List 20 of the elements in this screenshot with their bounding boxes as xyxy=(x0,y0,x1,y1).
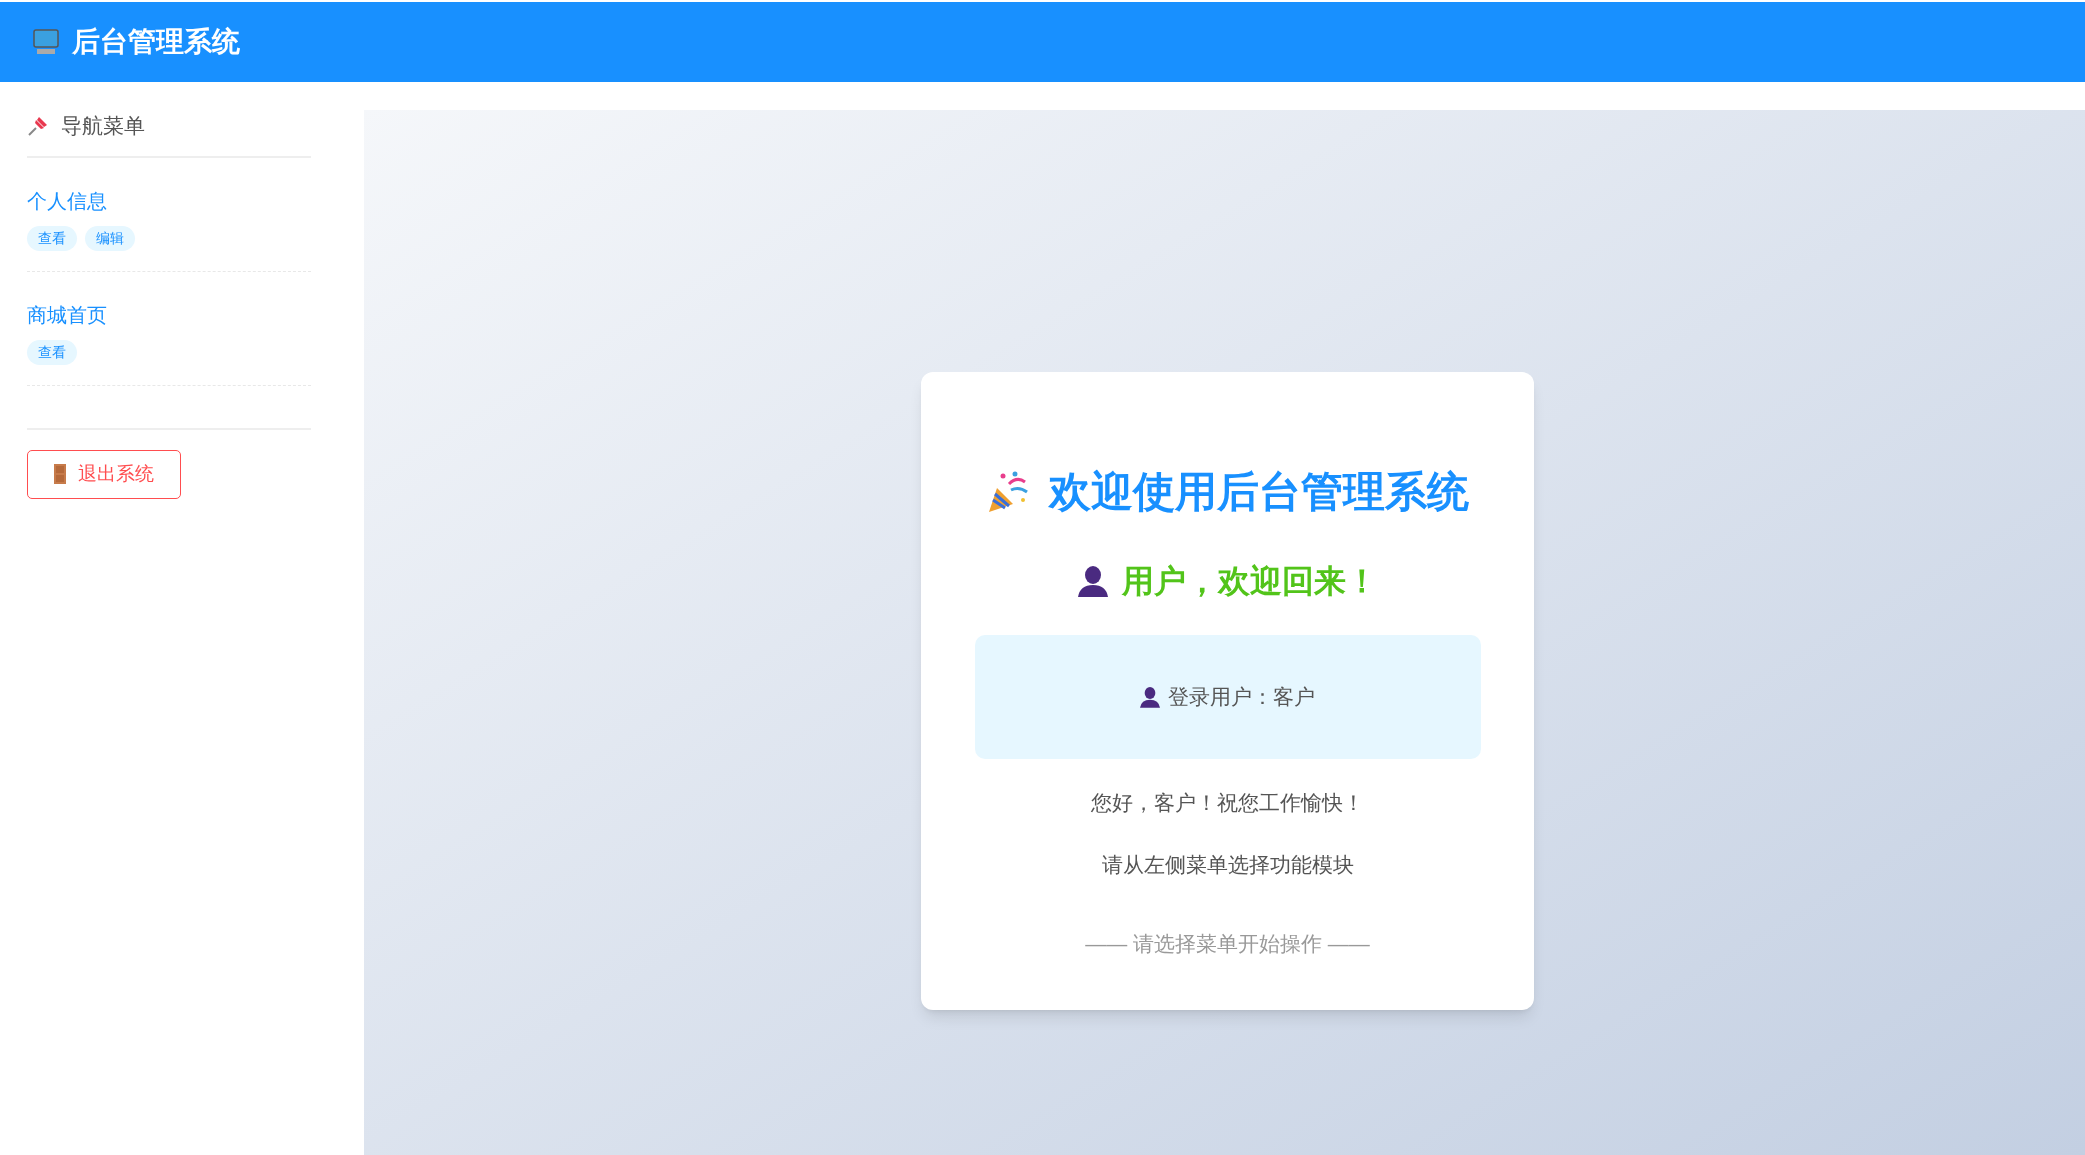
action-tag[interactable]: 查看 xyxy=(27,225,77,251)
sidebar-heading: 导航菜单 xyxy=(61,113,145,139)
welcome-title: 欢迎使用后台管理系统 xyxy=(1048,467,1469,517)
action-tag[interactable]: 编辑 xyxy=(85,225,135,251)
login-user-text: 登录用户：客户 xyxy=(1168,684,1315,711)
door-icon xyxy=(54,464,66,484)
welcome-greeting: 用户，欢迎回来！ xyxy=(1121,562,1378,601)
party-popper-icon xyxy=(986,469,1029,514)
message-text: 请从左侧菜单选择功能模块 xyxy=(1101,851,1354,878)
logout-button[interactable]: 退出系统 xyxy=(27,449,181,499)
hint-text: —— 请选择菜单开始操作 —— xyxy=(1085,931,1370,957)
menu-link[interactable]: 商城首页 xyxy=(27,299,107,330)
message-text: 您好，客户！祝您工作愉快！ xyxy=(1091,790,1364,816)
user-icon xyxy=(1077,565,1108,597)
app-title: 后台管理系统 xyxy=(72,25,240,59)
pushpin-icon xyxy=(27,114,49,137)
menu-link[interactable]: 个人信息 xyxy=(27,185,107,216)
monitor-icon xyxy=(32,28,60,56)
action-tag[interactable]: 查看 xyxy=(27,339,77,365)
user-icon xyxy=(1140,686,1160,708)
